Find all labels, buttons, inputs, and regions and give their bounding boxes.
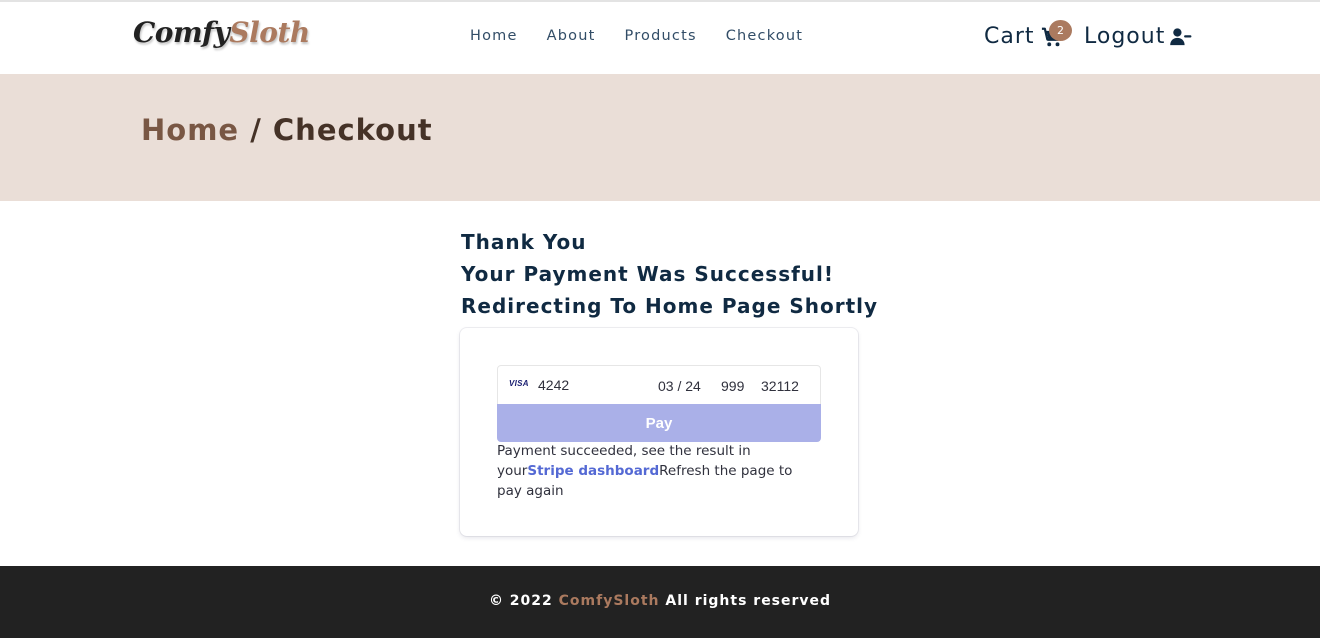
page-hero: Home / Checkout <box>0 74 1320 201</box>
stripe-dashboard-link[interactable]: Stripe dashboard <box>527 463 659 479</box>
logout-button[interactable]: Logout <box>1084 24 1192 49</box>
card-zip-field[interactable]: 32112 <box>761 378 799 394</box>
payment-result-message: Payment succeeded, see the result in you… <box>497 441 821 501</box>
card-cvc-field[interactable]: 999 <box>721 378 744 394</box>
breadcrumb-separator: / <box>239 113 273 147</box>
breadcrumb-current: Checkout <box>272 113 433 147</box>
pay-button[interactable]: Pay <box>497 404 821 442</box>
nav-link-products[interactable]: Products <box>625 28 697 44</box>
footer-suffix: All rights reserved <box>659 593 832 609</box>
card-expiry-field[interactable]: 03 / 24 <box>658 378 701 394</box>
nav-link-home[interactable]: Home <box>470 28 518 44</box>
nav-links: Home About Products Checkout <box>470 28 803 44</box>
cart-label: Cart <box>984 24 1035 49</box>
user-minus-icon <box>1170 27 1192 45</box>
payment-success-heading: Your Payment Was Successful! <box>461 262 835 286</box>
visa-icon: VISA <box>509 379 529 388</box>
logout-label: Logout <box>1084 24 1166 49</box>
breadcrumb: Home / Checkout <box>141 113 433 147</box>
logo-part-2: Sloth <box>229 16 310 49</box>
nav-link-about[interactable]: About <box>547 28 596 44</box>
navbar: ComfySloth Home About Products Checkout … <box>0 2 1320 74</box>
card-element[interactable]: VISA 4242 03 / 24 999 32112 <box>497 365 821 405</box>
footer-text: © 2022 ComfySloth All rights reserved <box>0 593 1320 609</box>
footer-prefix: © 2022 <box>488 593 559 609</box>
breadcrumb-home-link[interactable]: Home <box>141 113 239 147</box>
nav-link-checkout[interactable]: Checkout <box>726 28 803 44</box>
logo[interactable]: ComfySloth <box>133 16 310 49</box>
footer: © 2022 ComfySloth All rights reserved <box>0 566 1320 638</box>
logo-part-1: Comfy <box>133 16 230 49</box>
cart-count-badge: 2 <box>1049 20 1072 41</box>
thank-you-heading: Thank You <box>461 230 587 254</box>
card-number-field[interactable]: 4242 <box>538 377 569 393</box>
payment-form: VISA 4242 03 / 24 999 32112 Pay Payment … <box>460 328 858 536</box>
footer-brand: ComfySloth <box>558 593 660 609</box>
redirect-heading: Redirecting To Home Page Shortly <box>461 294 879 318</box>
